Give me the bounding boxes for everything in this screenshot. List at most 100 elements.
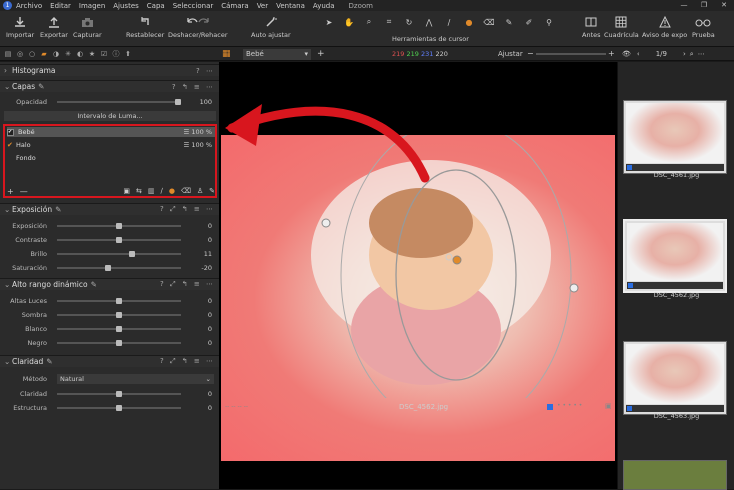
menu-capa[interactable]: Capa	[147, 2, 165, 10]
mask-display-icon[interactable]: ▣	[123, 187, 130, 195]
slider-value[interactable]: 11	[204, 250, 212, 258]
section-controls[interactable]: ? ⤢ ↰ ≡ ⋯	[160, 357, 215, 366]
rating-dots[interactable]: • • • • •	[557, 402, 582, 409]
slider-value[interactable]: 0	[208, 404, 212, 412]
remove-layer-button[interactable]: —	[20, 187, 28, 196]
search-icon[interactable]: ⌕	[690, 50, 694, 59]
pen-icon[interactable]: ✎	[209, 187, 215, 195]
slider-knob[interactable]	[105, 265, 111, 271]
importar-button[interactable]: Importar	[6, 13, 34, 39]
slider-knob[interactable]	[129, 251, 135, 257]
slider-track[interactable]	[57, 253, 181, 255]
layer-item-fondo[interactable]: Fondo	[7, 153, 215, 163]
aviso-expo-button[interactable]: Aviso de expo	[642, 13, 687, 39]
exposure-tab-icon[interactable]: ✳	[63, 49, 73, 59]
slider-value[interactable]: 0	[208, 311, 212, 319]
add-layer-button[interactable]: +	[7, 187, 14, 196]
slider-knob[interactable]	[116, 298, 122, 304]
menu-seleccionar[interactable]: Seleccionar	[173, 2, 214, 10]
section-controls[interactable]: ? ⋯	[196, 67, 215, 75]
slider-value[interactable]: 0	[208, 339, 212, 347]
color-picker-icon[interactable]: ⚲	[542, 15, 556, 29]
capturar-button[interactable]: Capturar	[73, 13, 102, 39]
stamp-icon[interactable]: ♙	[197, 187, 203, 195]
restablecer-button[interactable]: Restablecer	[126, 13, 164, 39]
slider-knob[interactable]	[116, 391, 122, 397]
capas-header[interactable]: ⌄ Capas ✎ ? ↰ ≡ ⋯	[0, 80, 219, 92]
layer-dropdown[interactable]: Bebé ▾	[243, 48, 311, 60]
pan-icon[interactable]: ✋	[342, 15, 356, 29]
hdr-header[interactable]: ⌄ Alto rango dinámico ✎ ? ⤢ ↰ ≡ ⋯	[0, 278, 219, 290]
claridad-header[interactable]: ⌄ Claridad ✎ ? ⤢ ↰ ≡ ⋯	[0, 355, 219, 367]
menu-ajustes[interactable]: Ajustes	[113, 2, 139, 10]
metodo-dropdown[interactable]: Natural ⌄	[57, 374, 214, 384]
wb-picker-icon[interactable]: ∕	[442, 15, 456, 29]
exportar-button[interactable]: Exportar	[40, 13, 68, 39]
metadata-tab-icon[interactable]: ⓘ	[111, 49, 121, 59]
menu-archivo[interactable]: Archivo	[16, 2, 42, 10]
next-icon[interactable]: ›	[683, 50, 686, 58]
zoom-slider[interactable]	[536, 53, 606, 55]
menu-icon[interactable]: ⋯	[698, 50, 705, 58]
menu-editar[interactable]: Editar	[50, 2, 71, 10]
zoom-in-icon[interactable]: +	[608, 49, 615, 58]
prev-icon[interactable]: ‹	[637, 50, 640, 58]
slider-knob[interactable]	[116, 340, 122, 346]
layout-grid-icon[interactable]: ▦	[222, 49, 232, 59]
layer-item-halo[interactable]: ✔ Halo ☰ 100 %	[7, 140, 215, 150]
details-tab-icon[interactable]: ◐	[75, 49, 85, 59]
zoom-icon[interactable]: ⌕	[362, 15, 376, 29]
library-tab-icon[interactable]: ▤	[3, 49, 13, 59]
slider-knob[interactable]	[116, 312, 122, 318]
image-viewer[interactable]: -- -- -- -- DSC_4562.jpg • • • • • ▣	[219, 62, 617, 489]
minimize-button[interactable]: —	[674, 0, 694, 11]
eraser-icon[interactable]: ⌫	[181, 187, 191, 195]
brush-icon[interactable]: ✎	[502, 15, 516, 29]
rating-indicator[interactable]	[547, 404, 553, 410]
layers-tab-icon[interactable]: ▰	[39, 49, 49, 59]
menu-imagen[interactable]: Imagen	[79, 2, 105, 10]
opacidad-knob[interactable]	[175, 99, 181, 105]
color-tag-icon[interactable]: ▣	[605, 402, 612, 410]
swap-icon[interactable]: ⇆	[136, 187, 142, 195]
section-controls[interactable]: ? ⤢ ↰ ≡ ⋯	[160, 205, 215, 214]
section-controls[interactable]: ? ↰ ≡ ⋯	[172, 83, 215, 91]
eye-icon[interactable]: 👁	[622, 50, 631, 58]
keystone-icon[interactable]: ⋀	[422, 15, 436, 29]
slider-value[interactable]: 0	[208, 222, 212, 230]
slider-knob[interactable]	[116, 223, 122, 229]
antes-button[interactable]: Antes	[582, 13, 601, 39]
select-cursor-icon[interactable]: ➤	[322, 15, 336, 29]
layer-item-bebe[interactable]: ✔ Bebé ☰ 100 %	[7, 127, 215, 137]
prueba-button[interactable]: Prueba	[692, 13, 715, 39]
output-tab-icon[interactable]: ⬆	[123, 49, 133, 59]
adjustments-tab-icon[interactable]: ☑	[99, 49, 109, 59]
brush-icon[interactable]: ∕	[160, 187, 162, 195]
color-dot-icon[interactable]: ●	[169, 187, 175, 195]
opacidad-slider[interactable]	[57, 101, 181, 103]
slider-knob[interactable]	[116, 326, 122, 332]
slider-value[interactable]: 0	[208, 390, 212, 398]
section-controls[interactable]: ? ⤢ ↰ ≡ ⋯	[160, 280, 215, 289]
slider-value[interactable]: -20	[201, 264, 212, 272]
slider-track[interactable]	[57, 267, 181, 269]
thumbnail-selected[interactable]	[623, 219, 727, 293]
deshacer-button[interactable]: Deshacer/Rehacer	[168, 13, 228, 39]
maximize-button[interactable]: ❐	[694, 0, 714, 11]
exposicion-header[interactable]: ⌄ Exposición ✎ ? ⤢ ↰ ≡ ⋯	[0, 203, 219, 215]
checkbox-icon[interactable]: ✔	[7, 128, 14, 136]
close-button[interactable]: ✕	[714, 0, 734, 11]
thumbnail[interactable]	[623, 100, 727, 174]
slider-value[interactable]: 0	[208, 325, 212, 333]
thumbnail[interactable]	[623, 460, 727, 490]
menu-camara[interactable]: Cámara	[221, 2, 248, 10]
annotate-icon[interactable]: ✐	[522, 15, 536, 29]
histograma-header[interactable]: › Histograma ? ⋯	[0, 64, 219, 76]
intervalo-luma-button[interactable]: Intervalo de Luma...	[4, 111, 216, 121]
eraser-icon[interactable]: ⌫	[482, 15, 496, 29]
thumbnail[interactable]	[623, 341, 727, 415]
auto-ajustar-button[interactable]: Auto ajustar	[251, 13, 291, 39]
add-icon[interactable]: +	[317, 49, 325, 59]
gradient-icon[interactable]: ▥	[148, 187, 155, 195]
menu-ventana[interactable]: Ventana	[276, 2, 305, 10]
